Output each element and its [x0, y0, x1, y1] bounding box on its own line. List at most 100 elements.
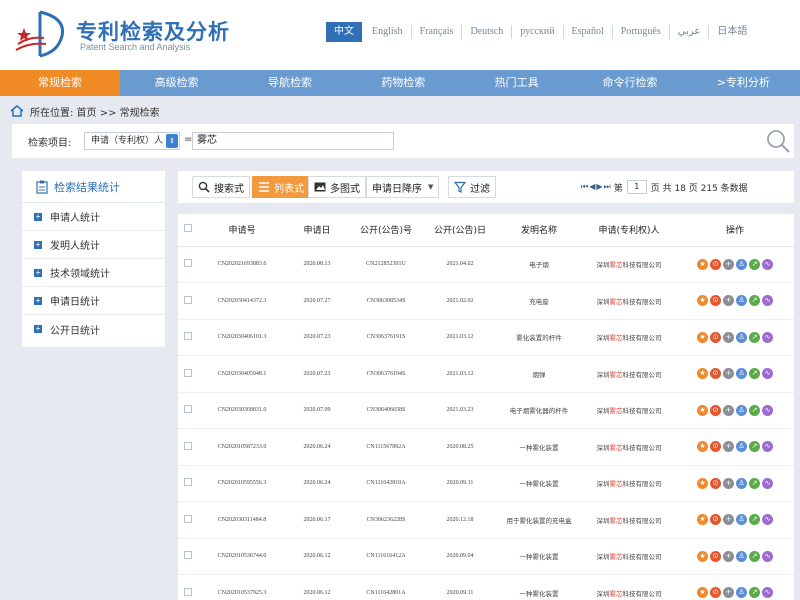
cell-title[interactable]: 雾化装置的杆件 [496, 319, 582, 356]
collect-icon[interactable]: ★ [697, 550, 708, 562]
chart-icon[interactable]: ↗ [749, 331, 760, 343]
table-row[interactable]: CN202030311484.8 2020.06.17 CN306236228S 20… [178, 501, 794, 539]
row-checkbox[interactable] [178, 574, 198, 600]
image-view-button[interactable]: 多图式 [308, 176, 366, 198]
chart-icon[interactable]: ↗ [749, 550, 760, 562]
table-row[interactable]: CN202030414372.3 2020.07.27 CN306308534S 20… [178, 282, 794, 320]
chart-icon[interactable]: ↗ [749, 295, 760, 307]
collect-icon[interactable]: ★ [697, 441, 708, 453]
cell-title[interactable]: 电子烟 [496, 246, 582, 283]
nav-command-search[interactable]: 命令行检索 [573, 70, 686, 96]
table-row[interactable]: CN202030406101.3 2020.07.23 CN306376191S 20… [178, 319, 794, 356]
user-icon[interactable]: ♙ [736, 258, 747, 270]
col-app-date[interactable]: 申请日 [286, 214, 348, 247]
chart-icon[interactable]: ↗ [749, 587, 760, 599]
add-icon[interactable]: + [723, 258, 734, 270]
cell-app-no[interactable]: CN202010537925.3 [198, 574, 286, 600]
trend-icon[interactable]: ∿ [762, 258, 773, 270]
chart-icon[interactable]: ↗ [749, 514, 760, 526]
page-number-input[interactable]: 1 [626, 180, 647, 194]
nav-advanced-search[interactable]: 高级检索 [120, 70, 233, 96]
row-checkbox[interactable] [178, 319, 198, 356]
detail-icon[interactable]: ⊙ [710, 404, 721, 416]
detail-icon[interactable]: ⊙ [710, 441, 721, 453]
add-icon[interactable]: + [723, 331, 734, 343]
chart-icon[interactable]: ↗ [749, 441, 760, 453]
trend-icon[interactable]: ∿ [762, 368, 773, 380]
collect-icon[interactable]: ★ [697, 404, 708, 416]
collect-icon[interactable]: ★ [697, 514, 708, 526]
detail-icon[interactable]: ⊙ [710, 258, 721, 270]
search-view-button[interactable]: 搜索式 [192, 176, 250, 198]
table-row[interactable]: CN202030368831.0 2020.07.09 CN306406658S 20… [178, 392, 794, 429]
nav-drug-search[interactable]: 药物检索 [347, 70, 460, 96]
add-icon[interactable]: + [723, 550, 734, 562]
user-icon[interactable]: ♙ [736, 295, 747, 307]
add-icon[interactable]: + [723, 295, 734, 307]
cell-app-no[interactable]: CN202010595556.3 [198, 465, 286, 502]
cell-title[interactable]: 充电座 [496, 282, 582, 320]
chart-icon[interactable]: ↗ [749, 368, 760, 380]
sidebar-item-app-date[interactable]: + 申请日统计 [22, 287, 165, 315]
lang-german[interactable]: Deutsch [462, 25, 513, 39]
cell-title[interactable]: 一种雾化装置 [496, 465, 582, 502]
pager-nav-icons[interactable]: ⏮◀▶⏭ [581, 182, 612, 192]
detail-icon[interactable]: ⊙ [710, 331, 721, 343]
table-row[interactable]: CN202010536744.0 2020.06.12 CN111616412A 20… [178, 538, 794, 575]
user-icon[interactable]: ♙ [736, 404, 747, 416]
cell-app-no[interactable]: CN202030311484.8 [198, 501, 286, 539]
trend-icon[interactable]: ∿ [762, 331, 773, 343]
col-pub-date[interactable]: 公开(公告)日 [424, 214, 496, 247]
lang-japanese[interactable]: 日本語 [709, 25, 755, 39]
trend-icon[interactable]: ∿ [762, 550, 773, 562]
cell-title[interactable]: 一种雾化装置 [496, 538, 582, 575]
cell-app-no[interactable]: CN202021693883.6 [198, 246, 286, 283]
add-icon[interactable]: + [723, 587, 734, 599]
nav-hot-tools[interactable]: 热门工具 [460, 70, 573, 96]
nav-patent-analysis[interactable]: >专利分析 [687, 70, 800, 96]
lang-chinese[interactable]: 中文 [326, 22, 362, 42]
row-checkbox[interactable] [178, 282, 198, 320]
row-checkbox[interactable] [178, 465, 198, 502]
collect-icon[interactable]: ★ [697, 477, 708, 489]
cell-app-no[interactable]: CN202030414372.3 [198, 282, 286, 320]
user-icon[interactable]: ♙ [736, 477, 747, 489]
table-row[interactable]: CN202021693883.6 2020.08.13 CN212852301U 20… [178, 246, 794, 283]
add-icon[interactable]: + [723, 368, 734, 380]
sort-select[interactable]: 申请日降序 ▼ [366, 176, 440, 198]
lang-spanish[interactable]: Español [564, 25, 613, 39]
table-row[interactable]: CN202010537925.3 2020.06.12 CN111642801A 20… [178, 574, 794, 600]
user-icon[interactable]: ♙ [736, 514, 747, 526]
collect-icon[interactable]: ★ [697, 295, 708, 307]
cell-app-no[interactable]: CN202030368831.0 [198, 392, 286, 429]
collect-icon[interactable]: ★ [697, 587, 708, 599]
col-app-no[interactable]: 申请号 [198, 214, 286, 247]
nav-navigation-search[interactable]: 导航检索 [233, 70, 346, 96]
cell-app-no[interactable]: CN202010536744.0 [198, 538, 286, 575]
table-row[interactable]: CN202010587233.0 2020.06.24 CN111567892A 20… [178, 428, 794, 466]
cell-title[interactable]: 一种雾化装置 [496, 574, 582, 600]
detail-icon[interactable]: ⊙ [710, 514, 721, 526]
lang-english[interactable]: English [364, 25, 412, 39]
search-input[interactable]: 雾芯 [192, 132, 394, 150]
cell-app-no[interactable]: CN202030406101.3 [198, 319, 286, 356]
collect-icon[interactable]: ★ [697, 368, 708, 380]
detail-icon[interactable]: ⊙ [710, 587, 721, 599]
list-view-button[interactable]: 列表式 [252, 176, 310, 198]
chart-icon[interactable]: ↗ [749, 258, 760, 270]
chart-icon[interactable]: ↗ [749, 477, 760, 489]
detail-icon[interactable]: ⊙ [710, 477, 721, 489]
trend-icon[interactable]: ∿ [762, 295, 773, 307]
user-icon[interactable]: ♙ [736, 550, 747, 562]
row-checkbox[interactable] [178, 501, 198, 539]
row-checkbox[interactable] [178, 355, 198, 393]
row-checkbox[interactable] [178, 428, 198, 466]
sidebar-item-inventor[interactable]: + 发明人统计 [22, 231, 165, 259]
cell-app-no[interactable]: CN202010587233.0 [198, 428, 286, 466]
row-checkbox[interactable] [178, 538, 198, 575]
add-icon[interactable]: + [723, 441, 734, 453]
add-icon[interactable]: + [723, 477, 734, 489]
trend-icon[interactable]: ∿ [762, 514, 773, 526]
collect-icon[interactable]: ★ [697, 331, 708, 343]
collect-icon[interactable]: ★ [697, 258, 708, 270]
